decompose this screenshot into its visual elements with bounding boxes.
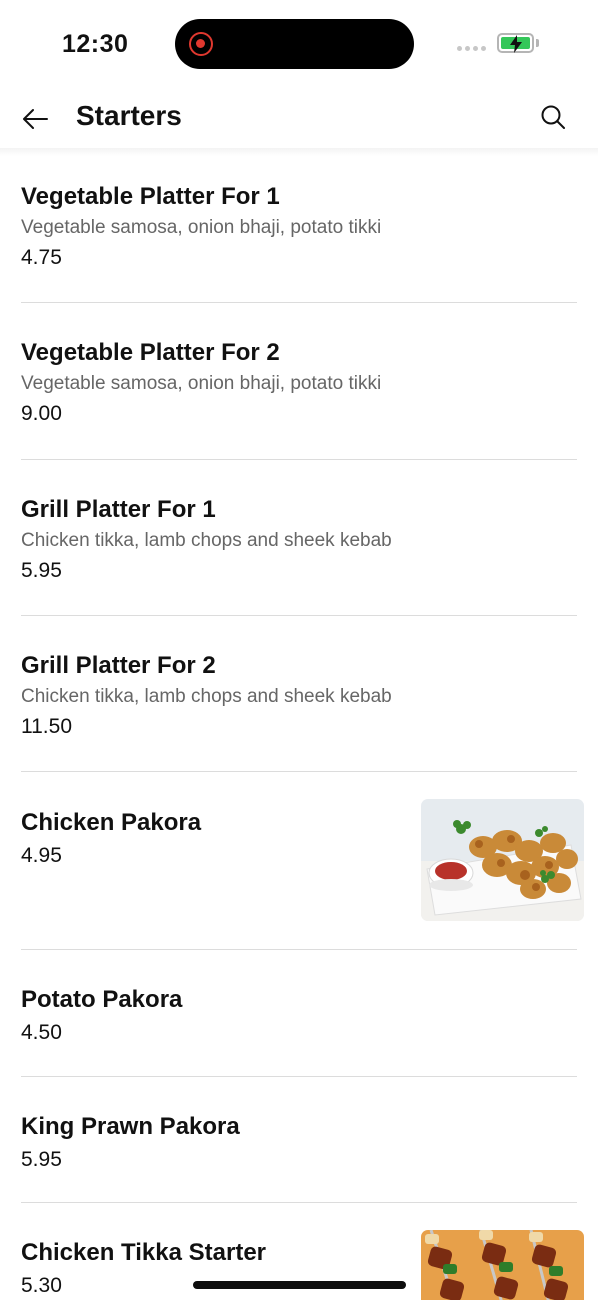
item-description: Vegetable samosa, onion bhaji, potato ti… — [21, 217, 382, 238]
chicken-pakora-photo — [421, 799, 584, 921]
home-indicator[interactable] — [193, 1281, 406, 1289]
item-price: 5.95 — [21, 1148, 62, 1171]
search-button[interactable] — [534, 98, 572, 136]
search-icon — [541, 105, 565, 129]
item-description: Chicken tikka, lamb chops and sheek keba… — [21, 530, 392, 551]
item-price: 9.00 — [21, 402, 62, 425]
item-name: Potato Pakora — [21, 986, 183, 1013]
item-name: Vegetable Platter For 1 — [21, 183, 280, 210]
dynamic-island — [175, 19, 414, 69]
item-price: 11.50 — [21, 715, 72, 738]
chicken-tikka-photo — [421, 1230, 584, 1300]
item-name: King Prawn Pakora — [21, 1113, 240, 1140]
menu-item[interactable]: Chicken Pakora 4.95 — [21, 772, 584, 950]
battery-cap — [536, 39, 539, 47]
menu-item[interactable]: Grill Platter For 2 Chicken tikka, lamb … — [21, 616, 577, 772]
back-button[interactable] — [16, 100, 54, 138]
item-price: 4.75 — [21, 246, 62, 269]
menu-item[interactable]: Vegetable Platter For 1 Vegetable samosa… — [21, 150, 577, 303]
top-app-bar: Starters — [0, 90, 598, 150]
menu-item[interactable]: King Prawn Pakora 5.95 — [21, 1077, 577, 1203]
arrow-left-icon — [23, 109, 48, 129]
status-time: 12:30 — [62, 30, 129, 58]
status-bar: 12:30 — [0, 0, 598, 90]
menu-item[interactable]: Grill Platter For 1 Chicken tikka, lamb … — [21, 460, 577, 616]
item-description: Chicken tikka, lamb chops and sheek keba… — [21, 686, 392, 707]
signal-icon — [457, 46, 486, 51]
menu-list: Vegetable Platter For 1 Vegetable samosa… — [0, 150, 598, 1300]
menu-item[interactable]: Vegetable Platter For 2 Vegetable samosa… — [21, 303, 577, 460]
item-name: Vegetable Platter For 2 — [21, 339, 280, 366]
recording-icon — [189, 32, 213, 56]
item-name: Grill Platter For 1 — [21, 496, 216, 523]
page-title: Starters — [76, 100, 182, 131]
item-price: 4.50 — [21, 1021, 62, 1044]
item-name: Grill Platter For 2 — [21, 652, 216, 679]
battery-icon — [497, 33, 534, 53]
item-description: Vegetable samosa, onion bhaji, potato ti… — [21, 373, 382, 394]
item-price: 5.95 — [21, 559, 62, 582]
menu-item[interactable]: Potato Pakora 4.50 — [21, 950, 577, 1077]
